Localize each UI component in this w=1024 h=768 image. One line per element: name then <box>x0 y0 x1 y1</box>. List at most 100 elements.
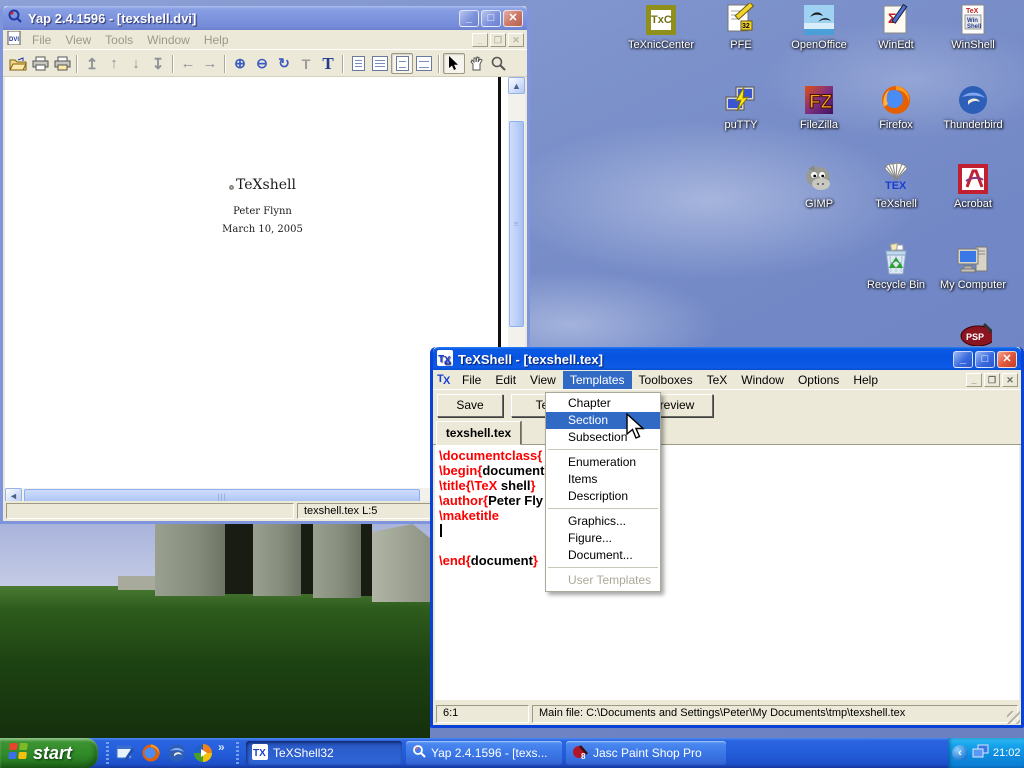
menu-item-figure[interactable]: Figure... <box>546 530 660 547</box>
taskbar-task-texshell32[interactable]: TX TeXShell32 <box>246 741 402 765</box>
svg-text:TX: TX <box>253 748 266 759</box>
desktop-icon-gimp[interactable]: GIMP <box>780 162 858 210</box>
yap-mdi-close-button[interactable]: ✕ <box>508 33 524 47</box>
continuous-view-icon[interactable] <box>391 53 413 74</box>
yap-menu-view[interactable]: View <box>58 31 98 49</box>
resize-grip[interactable] <box>1007 711 1020 724</box>
desktop-icon-thunderbird[interactable]: Thunderbird <box>934 83 1012 131</box>
media-player-quicklaunch-icon[interactable] <box>192 742 214 764</box>
start-button[interactable]: start <box>0 738 98 768</box>
texshell-mdi-close-button[interactable]: ✕ <box>1002 373 1018 387</box>
text-mode-icon[interactable]: T <box>317 53 339 74</box>
yap-titlebar[interactable]: Yap 2.4.1596 - [texshell.dvi] _ □ ✕ <box>3 6 527 30</box>
print-setup-icon[interactable] <box>51 53 73 74</box>
clock[interactable]: 21:02 <box>993 747 1021 759</box>
yap-menu-tools[interactable]: Tools <box>98 31 140 49</box>
texshell-menu-tex[interactable]: TeX <box>700 371 735 389</box>
go-last-page-icon[interactable]: ↧ <box>147 53 169 74</box>
yap-mdi-minimize-button[interactable]: _ <box>472 33 488 47</box>
quicklaunch-handle[interactable] <box>106 742 109 764</box>
desktop-icon-recycle-bin[interactable]: Recycle Bin <box>857 243 935 291</box>
page-up-icon[interactable]: ↑ <box>103 53 125 74</box>
texshell-minimize-button[interactable]: _ <box>953 351 973 368</box>
scroll-up-arrow[interactable]: ▲ <box>508 77 525 94</box>
windows-flag-icon <box>8 741 28 766</box>
desktop-icon-firefox[interactable]: Firefox <box>857 83 935 131</box>
desktop-icon-psp-partial[interactable]: PSP <box>940 322 1010 346</box>
desktop-icon-filezilla[interactable]: FZ FileZilla <box>780 83 858 131</box>
texshell-mdi-minimize-button[interactable]: _ <box>966 373 982 387</box>
texshell-menu-options[interactable]: Options <box>791 371 846 389</box>
desktop-icon-label: Firefox <box>857 119 935 131</box>
texshell-menu-edit[interactable]: Edit <box>488 371 523 389</box>
menu-item-enumeration[interactable]: Enumeration <box>546 454 660 471</box>
desktop-icon-putty[interactable]: puTTY <box>702 83 780 131</box>
texshell-mdi-restore-button[interactable]: ❐ <box>984 373 1000 387</box>
menu-item-description[interactable]: Description <box>546 488 660 505</box>
single-page-view-icon[interactable] <box>347 53 369 74</box>
texshell-menu-file[interactable]: File <box>455 371 488 389</box>
quicklaunch-overflow-chevron[interactable]: » <box>218 740 225 754</box>
refresh-icon[interactable]: ↻ <box>273 53 295 74</box>
yap-mdi-restore-button[interactable]: ❐ <box>490 33 506 47</box>
texshell-menu-view[interactable]: View <box>523 371 563 389</box>
continuous-facing-view-icon[interactable] <box>413 53 435 74</box>
vertical-scroll-thumb[interactable]: ≡ <box>509 121 524 327</box>
print-icon[interactable] <box>29 53 51 74</box>
menu-separator <box>548 449 658 451</box>
texshell-menu-toolboxes[interactable]: Toolboxes <box>632 371 700 389</box>
page-down-icon[interactable]: ↓ <box>125 53 147 74</box>
thunderbird-quicklaunch-icon[interactable] <box>166 742 188 764</box>
facing-pages-view-icon[interactable] <box>369 53 391 74</box>
desktop-icon-winshell[interactable]: TeXWinShell WinShell <box>934 3 1012 51</box>
taskbar-task-yap[interactable]: Yap 2.4.1596 - [texs... <box>406 741 562 765</box>
desktop-icon-openoffice[interactable]: OpenOffice <box>780 3 858 51</box>
ruler-text-icon[interactable]: T <box>295 53 317 74</box>
toolbar-separator <box>76 55 78 73</box>
yap-menu-help[interactable]: Help <box>197 31 236 49</box>
stone <box>155 524 225 596</box>
yap-maximize-button[interactable]: □ <box>481 10 501 27</box>
tray-collapse-chevron-icon[interactable]: ‹ <box>952 745 968 761</box>
menu-item-user-templates[interactable]: User Templates <box>546 572 660 589</box>
menu-item-chapter[interactable]: Chapter <box>546 395 660 412</box>
texshell-menu-window[interactable]: Window <box>734 371 791 389</box>
menu-item-document[interactable]: Document... <box>546 547 660 564</box>
firefox-quicklaunch-icon[interactable] <box>140 742 162 764</box>
desktop-icon-my-computer[interactable]: My Computer <box>934 243 1012 291</box>
texshell-titlebar[interactable]: T␣X TeXShell - [texshell.tex] _ □ ✕ <box>433 347 1021 371</box>
texshell-close-button[interactable]: ✕ <box>997 351 1017 368</box>
back-icon[interactable]: ← <box>177 53 199 74</box>
forward-icon[interactable]: → <box>199 53 221 74</box>
menu-item-graphics[interactable]: Graphics... <box>546 513 660 530</box>
desktop-icon-texshell[interactable]: TEX TeXshell <box>857 162 935 210</box>
network-status-icon[interactable] <box>972 744 989 762</box>
hand-pan-icon[interactable] <box>465 53 487 74</box>
save-button[interactable]: Save <box>437 394 503 417</box>
zoom-out-icon[interactable]: ⊖ <box>251 53 273 74</box>
yap-close-button[interactable]: ✕ <box>503 10 523 27</box>
yap-menu-file[interactable]: File <box>25 31 58 49</box>
texshell-editor[interactable]: \documentclass{ \begin{document} \title{… <box>435 445 1019 700</box>
yap-minimize-button[interactable]: _ <box>459 10 479 27</box>
texshell-menu-templates[interactable]: Templates <box>563 371 632 389</box>
texshell-menu-help[interactable]: Help <box>846 371 885 389</box>
yap-menu-window[interactable]: Window <box>140 31 197 49</box>
my-computer-icon <box>956 243 990 277</box>
desktop-icon-pfe[interactable]: 32 PFE <box>702 3 780 51</box>
svg-text:X: X <box>443 375 451 385</box>
select-pointer-icon[interactable] <box>443 53 465 74</box>
desktop-icon-texniccenter[interactable]: TxC TeXnicCenter <box>622 3 700 51</box>
taskbar-task-jasc-psp[interactable]: 8 Jasc Paint Shop Pro <box>566 741 726 765</box>
show-desktop-icon[interactable] <box>114 742 136 764</box>
open-file-icon[interactable] <box>7 53 29 74</box>
magnifier-icon[interactable] <box>487 53 509 74</box>
zoom-in-icon[interactable]: ⊕ <box>229 53 251 74</box>
menu-item-items[interactable]: Items <box>546 471 660 488</box>
desktop-icon-winedt[interactable]: Σ WinEdt <box>857 3 935 51</box>
quicklaunch-handle[interactable] <box>236 742 239 764</box>
tab-texshell-tex[interactable]: texshell.tex <box>436 421 521 445</box>
desktop-icon-acrobat[interactable]: Acrobat <box>934 162 1012 210</box>
go-first-page-icon[interactable]: ↥ <box>81 53 103 74</box>
texshell-maximize-button[interactable]: □ <box>975 351 995 368</box>
